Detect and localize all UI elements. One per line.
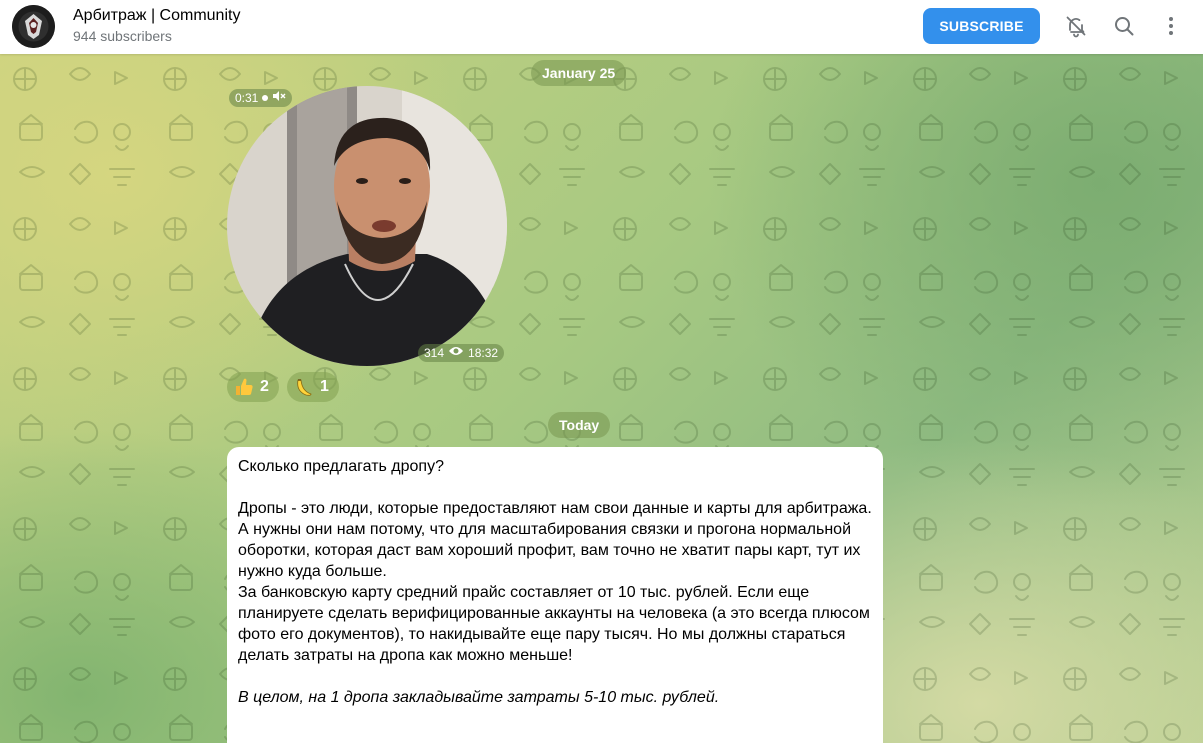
chat-header: Арбитраж | Community 944 subscribers SUB… <box>0 0 1203 54</box>
message-italic-note: В целом, на 1 дропа закладывайте затраты… <box>238 689 720 706</box>
video-duration: 0:31 <box>235 91 259 105</box>
reaction-thumbs-up[interactable]: 2 <box>227 372 279 402</box>
date-separator: January 25 <box>531 60 627 86</box>
speaker-muted-icon[interactable] <box>272 89 286 107</box>
message-time: 18:32 <box>468 346 499 360</box>
message-paragraph: А нужны они нам потому, что для масштаби… <box>238 521 861 580</box>
video-meta-badge: 314 18:32 <box>418 344 505 362</box>
reaction-banana[interactable]: 1 <box>287 372 339 402</box>
reaction-count: 2 <box>260 378 269 395</box>
video-duration-badge: 0:31 <box>229 89 293 107</box>
bell-off-icon[interactable] <box>1064 14 1088 38</box>
subscribe-button[interactable]: SUBSCRIBE <box>923 8 1040 44</box>
channel-title[interactable]: Арбитраж | Community <box>73 7 240 25</box>
thumbs-up-icon <box>234 377 254 397</box>
more-vertical-icon[interactable] <box>1159 14 1183 38</box>
eye-icon <box>448 344 464 362</box>
view-count: 314 <box>424 346 445 360</box>
text-message[interactable]: Сколько предлагать дропу? Дропы - это лю… <box>227 447 883 743</box>
banana-icon <box>294 377 314 397</box>
channel-avatar[interactable] <box>12 5 55 48</box>
search-icon[interactable] <box>1112 14 1136 38</box>
telegram-channel-window: Арбитраж | Community 944 subscribers SUB… <box>0 0 1203 743</box>
reaction-count: 1 <box>320 378 329 395</box>
message-title: Сколько предлагать дропу? <box>238 458 444 475</box>
message-paragraph: За банковскую карту средний прайс состав… <box>238 584 870 664</box>
dot-icon <box>261 89 269 107</box>
round-video-message[interactable] <box>227 86 507 366</box>
subscriber-count: 944 subscribers <box>73 28 172 44</box>
message-paragraph: Дропы - это люди, которые предоставляют … <box>238 500 872 517</box>
date-separator: Today <box>548 412 611 438</box>
